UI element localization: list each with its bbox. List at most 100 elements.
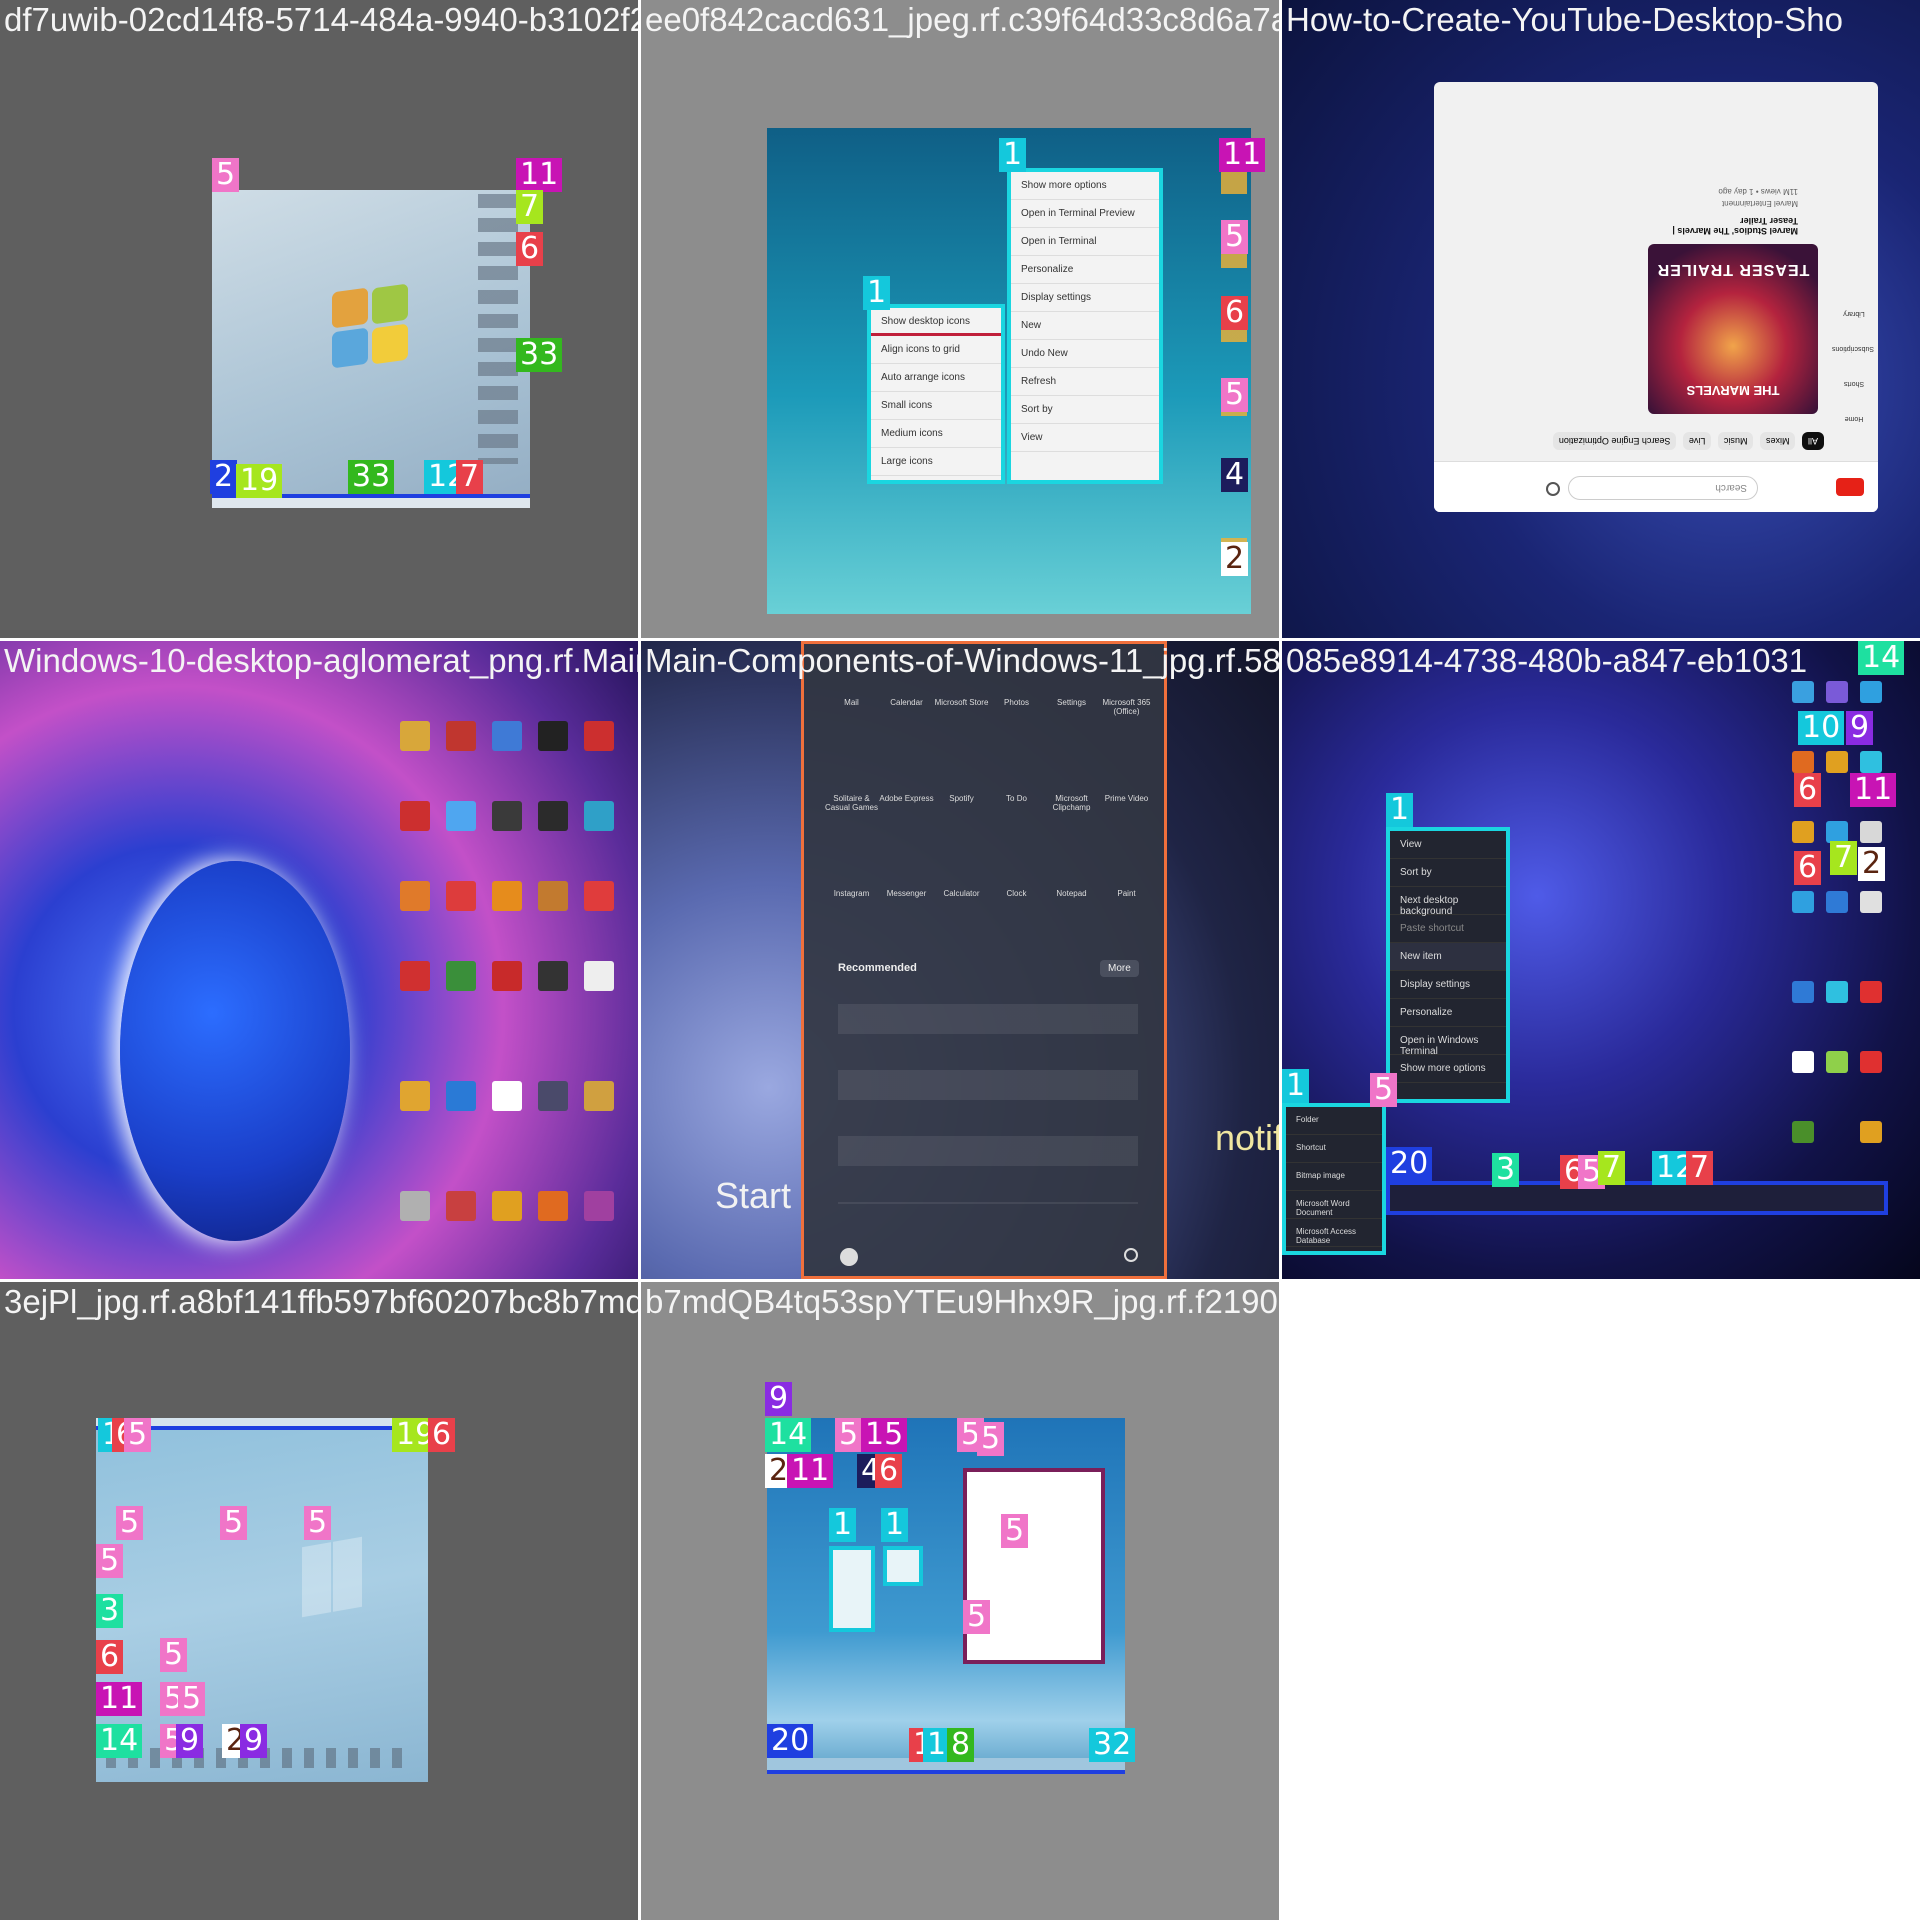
detection-label: 7 xyxy=(1830,841,1858,875)
detection-label: 10 xyxy=(1798,711,1845,745)
youtube-header: Search xyxy=(1434,461,1878,512)
menu-item[interactable]: Personalize xyxy=(1390,999,1506,1027)
pinned-app[interactable]: Spotify xyxy=(934,744,989,839)
windows-logo xyxy=(332,283,412,370)
youtube-logo xyxy=(1836,478,1864,496)
pinned-app[interactable]: Paint xyxy=(1099,839,1154,934)
menu-item[interactable]: Paste shortcut xyxy=(1390,915,1506,943)
user-avatar[interactable] xyxy=(840,1248,858,1266)
menu-item[interactable]: Refresh xyxy=(1011,368,1159,396)
detection-label: 33 xyxy=(516,338,563,372)
thumbnail-title: THE MARVELS xyxy=(1686,383,1780,398)
menu-item[interactable]: Large icons xyxy=(871,448,1001,476)
menu-item[interactable]: Undo New xyxy=(1011,340,1159,368)
menu-item[interactable]: Display settings xyxy=(1390,971,1506,999)
pinned-app[interactable]: Clock xyxy=(989,839,1044,934)
detection-label: 9 xyxy=(176,1724,204,1758)
detection-label: 14 xyxy=(765,1418,812,1452)
chip[interactable]: All xyxy=(1801,432,1824,450)
tile-caption: 085e8914-4738-480b-a847-eb1031 xyxy=(1286,642,1808,679)
detection-label: 6 xyxy=(875,1454,903,1488)
sidebar-item-library[interactable]: Library xyxy=(1834,310,1874,317)
menu-item[interactable]: View xyxy=(1011,424,1159,452)
menu-item[interactable]: Shortcut xyxy=(1286,1135,1382,1163)
menu-item[interactable]: Medium icons xyxy=(871,420,1001,448)
pinned-app[interactable]: Prime Video xyxy=(1099,744,1154,839)
menu-item[interactable]: Show desktop icons xyxy=(871,308,1001,336)
menu-item[interactable]: Display settings xyxy=(1011,284,1159,312)
detection-label: 6 xyxy=(96,1640,124,1674)
search-icon[interactable] xyxy=(1546,482,1560,496)
pinned-app[interactable]: Messenger xyxy=(879,839,934,934)
pinned-app[interactable]: Calculator xyxy=(934,839,989,934)
pinned-app[interactable]: Microsoft 365 (Office) xyxy=(1099,664,1154,744)
pinned-app[interactable]: Instagram xyxy=(824,839,879,934)
menu-item[interactable]: Small icons xyxy=(871,392,1001,420)
detection-label: 5 xyxy=(124,1418,152,1452)
menu-item[interactable]: Open in Terminal xyxy=(1011,228,1159,256)
menu-item[interactable]: Sort by xyxy=(1390,859,1506,887)
chip[interactable]: Music xyxy=(1717,432,1754,450)
detection-label: 3 xyxy=(1492,1153,1520,1187)
menu-item[interactable]: Align icons to grid xyxy=(871,336,1001,364)
pinned-app[interactable]: To Do xyxy=(989,744,1044,839)
pinned-app[interactable]: Settings xyxy=(1044,664,1099,744)
chip[interactable]: Mixes xyxy=(1759,432,1796,450)
detection-label: 5 xyxy=(160,1638,188,1672)
power-icon[interactable] xyxy=(1124,1248,1138,1262)
menu-item[interactable]: Bitmap image xyxy=(1286,1163,1382,1191)
menu-item[interactable]: Show more options xyxy=(1390,1055,1506,1083)
sidebar-item-shorts[interactable]: Shorts xyxy=(1834,380,1874,387)
menu-item[interactable]: Microsoft Access Database xyxy=(1286,1219,1382,1247)
pinned-app[interactable]: Notepad xyxy=(1044,839,1099,934)
pinned-grid: Mail Calendar Microsoft Store Photos Set… xyxy=(824,664,1154,934)
menu-item[interactable]: Sort by xyxy=(1011,396,1159,424)
detection-label: 7 xyxy=(1598,1151,1626,1185)
detection-label: 1 xyxy=(1282,1069,1310,1103)
pinned-app[interactable]: Photos xyxy=(989,664,1044,744)
detection-label: 5 xyxy=(963,1600,991,1634)
detection-label: 5 xyxy=(835,1418,863,1452)
detection-label: 32 xyxy=(1089,1728,1136,1762)
pinned-app[interactable]: Calendar xyxy=(879,664,934,744)
tile-caption: Windows-10-desktop-aglomerat_png.rf.Main… xyxy=(4,642,638,679)
sidebar-item-home[interactable]: Home xyxy=(1834,415,1874,422)
menu-item[interactable]: New item xyxy=(1390,943,1506,971)
menu-item[interactable]: Microsoft Word Document xyxy=(1286,1191,1382,1219)
pinned-app[interactable]: Microsoft Clipchamp xyxy=(1044,744,1099,839)
context-submenu: Folder Shortcut Bitmap image Microsoft W… xyxy=(1282,1103,1386,1255)
tile-caption: b7mdQB4tq53spYTEu9Hhx9R_jpg.rf.f2190097b… xyxy=(645,1283,1279,1320)
detection-label: 19 xyxy=(236,464,283,498)
channel-name[interactable]: Marvel Entertainment xyxy=(1648,199,1798,208)
pinned-app[interactable]: Solitaire & Casual Games xyxy=(824,744,879,839)
video-title[interactable]: Marvel Studios' The Marvels | Teaser Tra… xyxy=(1648,216,1798,236)
pinned-app[interactable]: Adobe Express xyxy=(879,744,934,839)
detection-label: 7 xyxy=(1686,1151,1714,1185)
pinned-app[interactable]: Microsoft Store xyxy=(934,664,989,744)
menu-item[interactable]: Open in Windows Terminal xyxy=(1390,1027,1506,1057)
small-window xyxy=(829,1546,875,1632)
menu-item[interactable]: Next desktop background xyxy=(1390,887,1506,917)
recommended-heading: Recommended xyxy=(838,962,917,974)
tile-caption: How-to-Create-YouTube-Desktop-Sho xyxy=(1286,1,1843,38)
grid-tile-3: How-to-Create-YouTube-Desktop-Sho Search… xyxy=(1282,0,1920,638)
menu-item[interactable]: Personalize xyxy=(1011,256,1159,284)
menu-item[interactable]: New xyxy=(1011,312,1159,340)
video-thumbnail[interactable]: THE MARVELS TEASER TRAILER xyxy=(1648,244,1818,414)
search-input[interactable]: Search xyxy=(1568,476,1758,500)
menu-item[interactable]: Folder xyxy=(1286,1107,1382,1135)
menu-item[interactable]: View xyxy=(1390,831,1506,859)
sidebar-item-subscriptions[interactable]: Subscriptions xyxy=(1832,345,1874,352)
menu-item[interactable]: Auto arrange icons xyxy=(871,364,1001,392)
thumbnail-badge: TEASER TRAILER xyxy=(1656,261,1810,278)
chip[interactable]: Live xyxy=(1682,432,1712,450)
more-button[interactable]: More xyxy=(1100,960,1139,977)
windows-logo xyxy=(302,1536,362,1618)
grid-tile-2: ee0f842cacd631_jpeg.rf.c39f64d33c8d6a7a … xyxy=(641,0,1279,638)
tile-caption: 3ejPl_jpg.rf.a8bf141ffb597bf60207bc8b7md… xyxy=(4,1283,638,1320)
detection-label: 9 xyxy=(765,1382,793,1416)
menu-item[interactable]: Open in Terminal Preview xyxy=(1011,200,1159,228)
chip[interactable]: Search Engine Optimization xyxy=(1552,432,1677,450)
menu-item[interactable]: Show more options xyxy=(1011,172,1159,200)
pinned-app[interactable]: Mail xyxy=(824,664,879,744)
